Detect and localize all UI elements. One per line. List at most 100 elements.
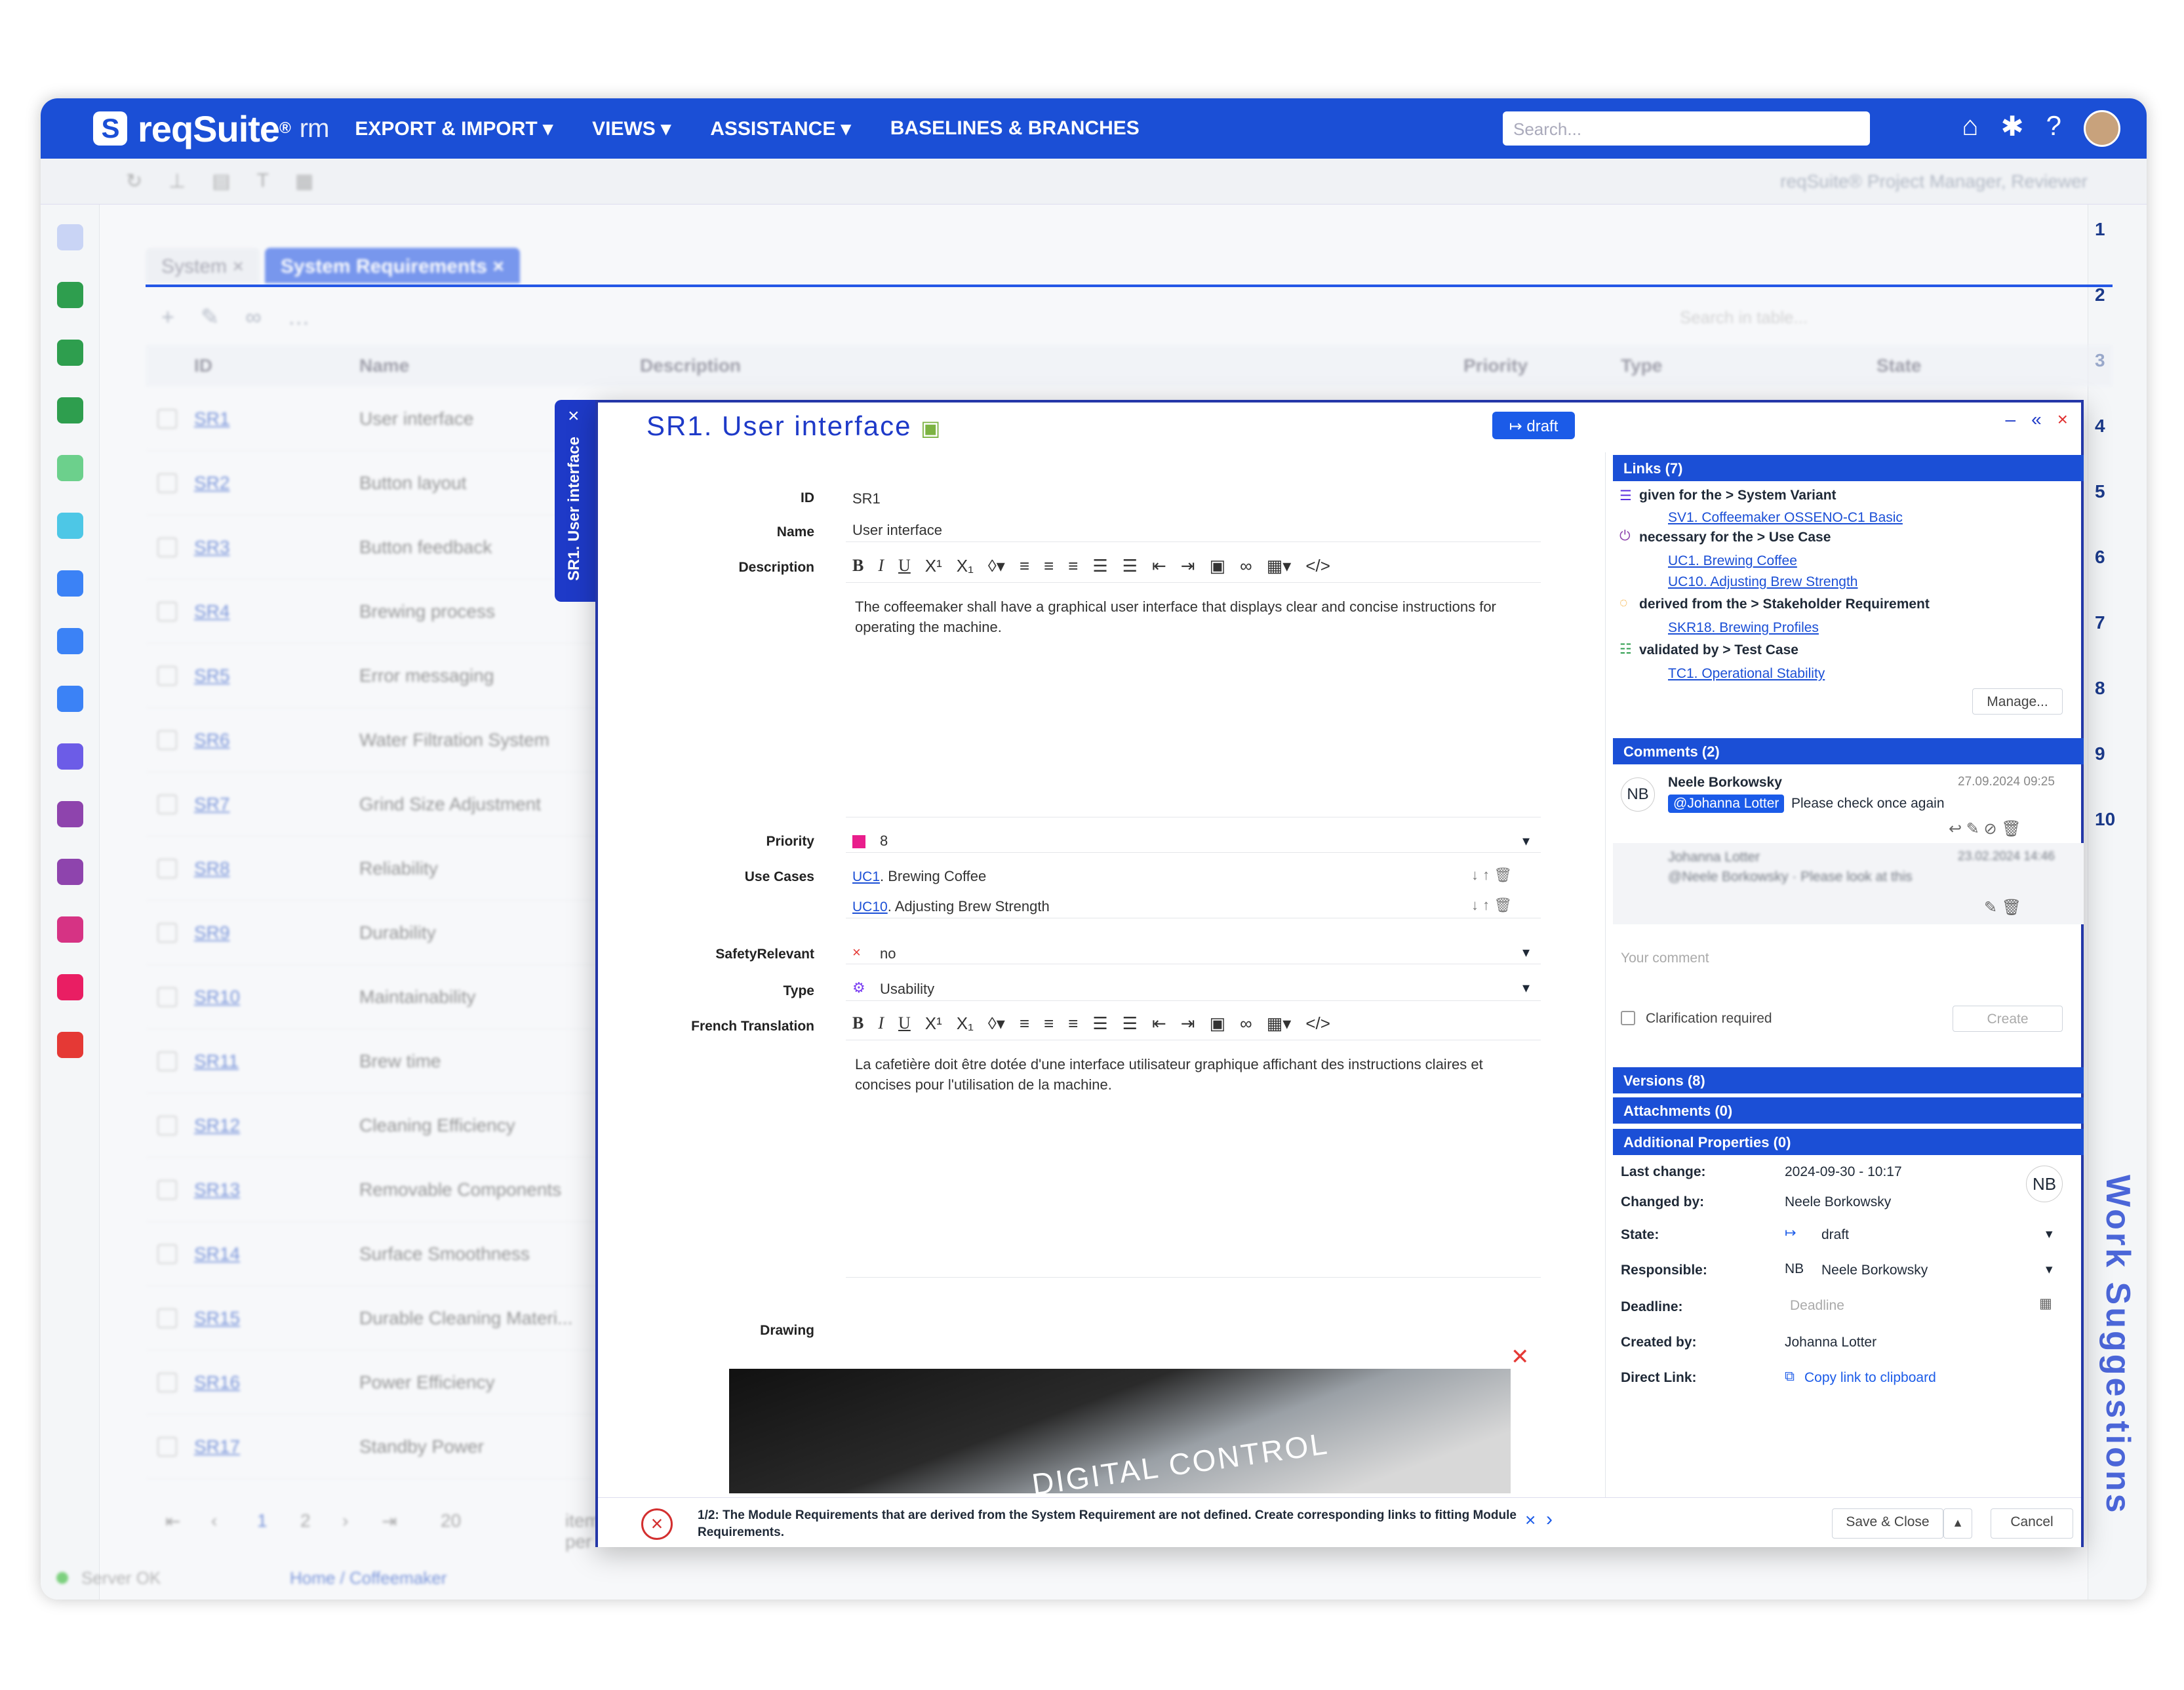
drawing-image[interactable]: DIGITAL CONTROL [729,1369,1511,1493]
rail-number[interactable]: 9 [2095,743,2105,764]
row-checkbox[interactable] [157,1244,177,1264]
row-checkbox[interactable] [157,858,177,878]
superscript-icon[interactable]: X¹ [925,556,942,576]
remove-drawing-icon[interactable]: ✕ [1511,1344,1530,1370]
breadcrumb[interactable]: Home / Coffeemaker [290,1568,447,1588]
next-page-icon[interactable]: › [342,1510,348,1531]
deadline-input[interactable]: Deadline [1790,1298,1844,1314]
doc-search-icon[interactable] [56,859,83,885]
row-checkbox[interactable] [157,1372,177,1392]
row-id-link[interactable]: SR15 [194,1308,240,1329]
page-size[interactable]: 20 [441,1510,461,1531]
row-id-link[interactable]: SR6 [194,730,229,751]
table-row[interactable]: SR9 Durability [146,901,605,965]
row-id-link[interactable]: SR11 [194,1051,239,1072]
row-checkbox[interactable] [157,794,177,814]
image-icon[interactable]: ▣ [1210,1013,1226,1034]
subscript-icon[interactable]: X₁ [957,1013,974,1034]
bold-icon[interactable]: B [852,1013,864,1034]
indent-icon[interactable]: ⇥ [1181,556,1195,576]
dismiss-error-icon[interactable]: × [1525,1510,1536,1531]
list-icon[interactable] [56,916,83,943]
rail-number[interactable]: 6 [2095,547,2105,568]
additional-properties-header[interactable]: Additional Properties (0) [1613,1129,2084,1155]
table-row[interactable]: SR14 Surface Smoothness [146,1222,605,1286]
col-description[interactable]: Description [640,355,741,376]
table-row[interactable]: SR4 Brewing process [146,580,605,644]
table-row[interactable]: SR3 Button feedback [146,515,605,580]
table-row[interactable]: SR1 User interface [146,387,605,451]
table-icon[interactable]: ▦▾ [1267,1013,1292,1034]
red-doc-icon[interactable] [56,1032,83,1058]
clarification-checkbox[interactable] [1621,1011,1635,1025]
module-icon[interactable] [56,282,83,308]
description-editor[interactable]: The coffeemaker shall have a graphical u… [855,597,1524,637]
row-id-link[interactable]: SR7 [194,794,229,815]
versions-header[interactable]: Versions (8) [1613,1067,2084,1093]
use-case-2[interactable]: UC10. Adjusting Brew Strength [852,898,1050,915]
table-row[interactable]: SR2 Button layout [146,451,605,515]
col-name[interactable]: Name [359,355,409,376]
minimize-icon[interactable]: – [2005,409,2015,430]
linked-item[interactable]: UC1. Brewing Coffee [1668,553,1797,569]
row-id-link[interactable]: SR9 [194,922,229,943]
monitor-icon[interactable] [56,570,83,597]
comment-mention[interactable]: @Johanna Lotter [1668,795,1785,813]
text-icon[interactable]: T [257,170,269,193]
color-icon[interactable]: ◊▾ [988,556,1005,576]
chevron-down-icon[interactable]: ▾ [1522,833,1530,850]
rail-number[interactable]: 8 [2095,678,2105,699]
close-icon[interactable]: × [568,405,580,427]
row-id-link[interactable]: SR14 [194,1244,240,1265]
table-row[interactable]: SR11 Brew time [146,1029,605,1093]
subscript-icon[interactable]: X₁ [957,556,974,576]
row-checkbox[interactable] [157,1308,177,1328]
bold-icon[interactable]: B [852,556,864,576]
edit-icon[interactable]: ✎ [201,304,220,330]
app-logo[interactable]: S reqSuite ® rm [93,108,329,150]
menu-views[interactable]: VIEWS ▾ [592,117,671,140]
rail-number[interactable]: 10 [2095,809,2115,830]
numbered-list-icon[interactable]: ☰ [1122,556,1138,576]
chevron-down-icon[interactable]: ▾ [2046,1261,2053,1278]
prev-page-icon[interactable]: ‹ [211,1510,217,1531]
row-checkbox[interactable] [157,1115,177,1135]
align-center-icon[interactable]: ≡ [1044,556,1054,576]
linked-item[interactable]: SV1. Coffeemaker OSSENO-C1 Basic [1668,510,1903,526]
row-checkbox[interactable] [157,922,177,943]
align-right-icon[interactable]: ≡ [1068,556,1078,576]
bullet-list-icon[interactable]: ☰ [1092,1013,1107,1034]
code-icon[interactable]: </> [1305,556,1330,576]
page-1[interactable]: 1 [257,1510,268,1531]
row-checkbox[interactable] [157,1436,177,1457]
power-icon[interactable] [56,455,83,481]
save-close-button[interactable]: Save & Close [1832,1508,1943,1539]
rail-number[interactable]: 1 [2095,219,2105,240]
chevron-down-icon[interactable]: ▾ [1522,944,1530,961]
hierarchy-icon[interactable]: ⊥ [169,170,186,193]
row-id-link[interactable]: SR12 [194,1115,240,1136]
tools-icon[interactable]: ✱ [2000,110,2023,147]
database-icon[interactable]: ▤ [212,170,230,193]
reorder-icons[interactable]: ↓ ↑ 🗑 [1471,897,1512,914]
table-search-input[interactable]: Search in table... [1680,307,1808,328]
align-center-icon[interactable]: ≡ [1044,1013,1054,1034]
menu-icon[interactable] [56,224,83,250]
draft-badge[interactable]: ↦ draft [1492,412,1575,439]
row-checkbox[interactable] [157,473,177,493]
first-page-icon[interactable]: ⇤ [165,1510,180,1532]
next-error-icon[interactable]: › [1546,1508,1553,1531]
help-icon[interactable]: ? [2046,110,2061,147]
underline-icon[interactable]: U [898,556,911,576]
copy-link-button[interactable]: Copy link to clipboard [1804,1370,1936,1386]
tab-system[interactable]: System × [146,248,260,283]
collapse-icon[interactable]: « [2031,409,2042,430]
link-icon[interactable]: ∞ [1240,556,1252,576]
row-checkbox[interactable] [157,1179,177,1200]
name-field[interactable]: User interface [852,522,942,539]
tab-system-requirements[interactable]: System Requirements × [264,248,520,283]
close-icon[interactable]: × [2057,409,2068,430]
more-icon[interactable]: … [288,305,310,330]
global-search-input[interactable]: Search... [1503,111,1870,146]
save-options-button[interactable]: ▴ [1943,1508,1972,1539]
